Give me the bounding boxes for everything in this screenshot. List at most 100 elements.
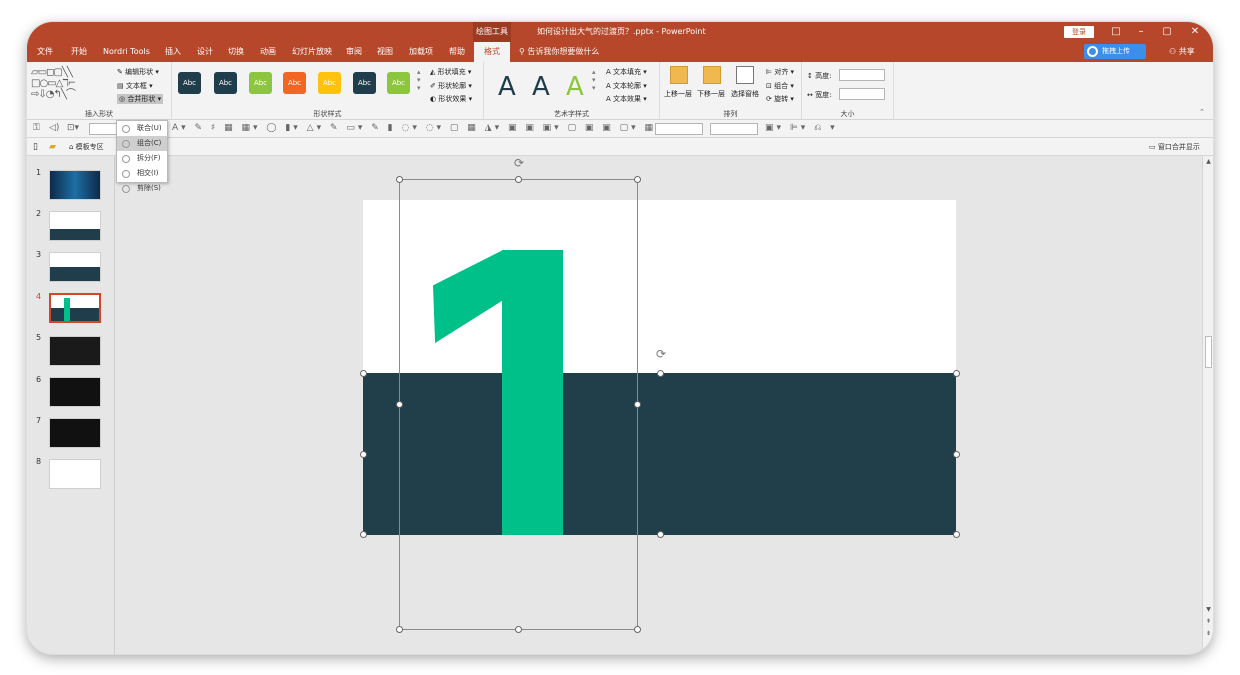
vertical-scrollbar[interactable]: ▲ ▼ ⇞ ⇟ (1202, 156, 1213, 654)
slide-thumbnail-5[interactable] (49, 336, 101, 366)
shape-gallery[interactable]: ▱▭◻▢╲╲ □○▭△ℸ⌐ ⇨⇩◔↰╲⌒ (31, 67, 111, 100)
maximize-button[interactable]: ▢ (1155, 22, 1179, 42)
textbox-icon[interactable]: ⊡▾ (67, 123, 79, 133)
next-slide-icon[interactable]: ⇟ (1204, 630, 1213, 637)
format-tools-strip[interactable]: A▾ ✎ ♯ ▦ ▦▾ ◯ ▮▾ △▾ ✎ ▭▾ ✎ ▮ ◌▾ ◌▾ ▢ ▦ ◮… (172, 123, 656, 133)
close-button[interactable]: ✕ (1183, 22, 1207, 42)
selection-pane-icon[interactable] (736, 66, 754, 84)
slide-thumbnail-7[interactable] (49, 418, 101, 448)
resize-handle[interactable] (634, 176, 641, 183)
merge-fragment-item[interactable]: 拆分(F) (117, 151, 167, 166)
shape-style-1[interactable]: Abc (178, 72, 201, 94)
shape-outline-button[interactable]: ✐ 形状轮廓 ▾ (430, 81, 472, 91)
resize-handle[interactable] (634, 626, 641, 633)
resize-handle[interactable] (634, 401, 641, 408)
tab-nordri-tools[interactable]: Nordri Tools (101, 42, 152, 62)
shape-style-5[interactable]: Abc (318, 72, 341, 94)
minimize-button[interactable]: – (1129, 22, 1153, 42)
slide-thumbnail-3[interactable] (49, 252, 101, 282)
send-backward-label[interactable]: 下移一层 (697, 89, 725, 99)
resize-handle[interactable] (515, 626, 522, 633)
resize-handle[interactable] (360, 531, 367, 538)
slide-thumbnail-4[interactable] (49, 293, 101, 323)
text-fill-button[interactable]: A 文本填充 ▾ (606, 67, 647, 77)
resize-handle[interactable] (953, 531, 960, 538)
drag-upload-button[interactable]: 拖拽上传 (1084, 44, 1146, 59)
rotation-handle-icon[interactable]: ⟳ (512, 156, 526, 170)
style-gallery-scroll-icon[interactable]: ▴ ▾ ▾ (417, 68, 421, 92)
selection-pane-label[interactable]: 选择窗格 (731, 89, 759, 99)
tab-animations[interactable]: 动画 (258, 42, 278, 62)
lock-icon[interactable]: ⚿ (33, 123, 40, 133)
edit-shape-button[interactable]: ✎ 编辑形状 ▾ (117, 67, 159, 77)
wordart-style-1[interactable]: A (498, 72, 516, 102)
align-button[interactable]: ⊫ 对齐 ▾ (766, 67, 794, 77)
resize-handle[interactable] (360, 370, 367, 377)
tell-me-search[interactable]: ⚲ 告诉我你想要做什么 (519, 42, 599, 62)
bring-forward-icon[interactable] (670, 66, 688, 84)
text-effects-button[interactable]: A 文本效果 ▾ (606, 94, 647, 104)
template-zone-button[interactable]: ⌂ 模板专区 (69, 138, 104, 156)
height-input[interactable] (839, 69, 885, 81)
tab-insert[interactable]: 插入 (163, 42, 183, 62)
resize-handle[interactable] (953, 451, 960, 458)
wordart-style-2[interactable]: A (532, 72, 550, 102)
text-outline-button[interactable]: A 文本轮廓 ▾ (606, 81, 647, 91)
slide-thumbnail-1[interactable] (49, 170, 101, 200)
shape-style-3[interactable]: Abc (249, 72, 272, 94)
layer-tools-strip[interactable]: ▣▾ ⊫▾ ⎌ ▾ (765, 123, 838, 133)
tab-transitions[interactable]: 切换 (226, 42, 246, 62)
shape-style-7[interactable]: Abc (387, 72, 410, 94)
rotate-button[interactable]: ⟳ 旋转 ▾ (766, 94, 794, 104)
slide-thumbnail-2[interactable] (49, 211, 101, 241)
text-box-button[interactable]: ▤ 文本框 ▾ (117, 81, 153, 91)
width-input[interactable] (839, 88, 885, 100)
wordart-gallery-scroll-icon[interactable]: ▴ ▾ ▾ (592, 68, 596, 92)
tab-review[interactable]: 审阅 (344, 42, 364, 62)
tab-addins[interactable]: 加载项 (407, 42, 435, 62)
tab-home[interactable]: 开始 (69, 42, 89, 62)
previous-slide-icon[interactable]: ⇞ (1204, 618, 1213, 625)
tab-slideshow[interactable]: 幻灯片放映 (290, 42, 334, 62)
send-backward-icon[interactable] (703, 66, 721, 84)
tab-help[interactable]: 帮助 (447, 42, 467, 62)
shape-effects-button[interactable]: ◐ 形状效果 ▾ (430, 94, 472, 104)
merge-shapes-button[interactable]: ◎ 合并形状 ▾ (117, 94, 164, 104)
merge-intersect-item[interactable]: 相交(I) (117, 166, 167, 181)
scroll-down-icon[interactable]: ▼ (1204, 606, 1213, 613)
merge-subtract-item[interactable]: 剪除(S) (117, 181, 167, 196)
collapse-ribbon-icon[interactable]: ⌃ (1199, 108, 1205, 116)
merge-union-item[interactable]: 联合(U) (117, 121, 167, 136)
slide-thumbnail-6[interactable] (49, 377, 101, 407)
shape-fill-button[interactable]: ◭ 形状填充 ▾ (430, 67, 471, 77)
scroll-thumb[interactable] (1205, 336, 1212, 368)
group-button[interactable]: ⊡ 组合 ▾ (766, 81, 794, 91)
rotation-handle-icon[interactable]: ⟳ (654, 347, 668, 361)
position-y-input[interactable] (710, 123, 758, 135)
folder-icon[interactable]: ▰ (49, 138, 56, 156)
position-x-input[interactable] (655, 123, 703, 135)
shape-style-6[interactable]: Abc (353, 72, 376, 94)
wordart-style-3[interactable]: A (566, 72, 584, 102)
tab-file[interactable]: 文件 (35, 42, 55, 62)
slide-thumbnail-8[interactable] (49, 459, 101, 489)
tab-design[interactable]: 设计 (195, 42, 215, 62)
shape-style-2[interactable]: Abc (214, 72, 237, 94)
new-file-icon[interactable]: ▯ (33, 138, 38, 156)
resize-handle[interactable] (396, 626, 403, 633)
tab-format[interactable]: 格式 (474, 42, 510, 62)
scroll-up-icon[interactable]: ▲ (1204, 158, 1213, 165)
resize-handle[interactable] (396, 176, 403, 183)
sound-icon[interactable]: ◁) (49, 123, 59, 133)
resize-handle[interactable] (396, 401, 403, 408)
shape-style-4[interactable]: Abc (283, 72, 306, 94)
ribbon-display-options-icon[interactable]: □ (1104, 22, 1128, 42)
resize-handle[interactable] (953, 370, 960, 377)
share-button[interactable]: ⚇ 共享 (1169, 42, 1195, 62)
resize-handle[interactable] (657, 531, 664, 538)
resize-handle[interactable] (515, 176, 522, 183)
resize-handle[interactable] (657, 370, 664, 377)
bring-forward-label[interactable]: 上移一层 (664, 89, 692, 99)
merge-combine-item[interactable]: 组合(C) (117, 136, 167, 151)
login-button[interactable]: 登录 (1064, 26, 1094, 38)
